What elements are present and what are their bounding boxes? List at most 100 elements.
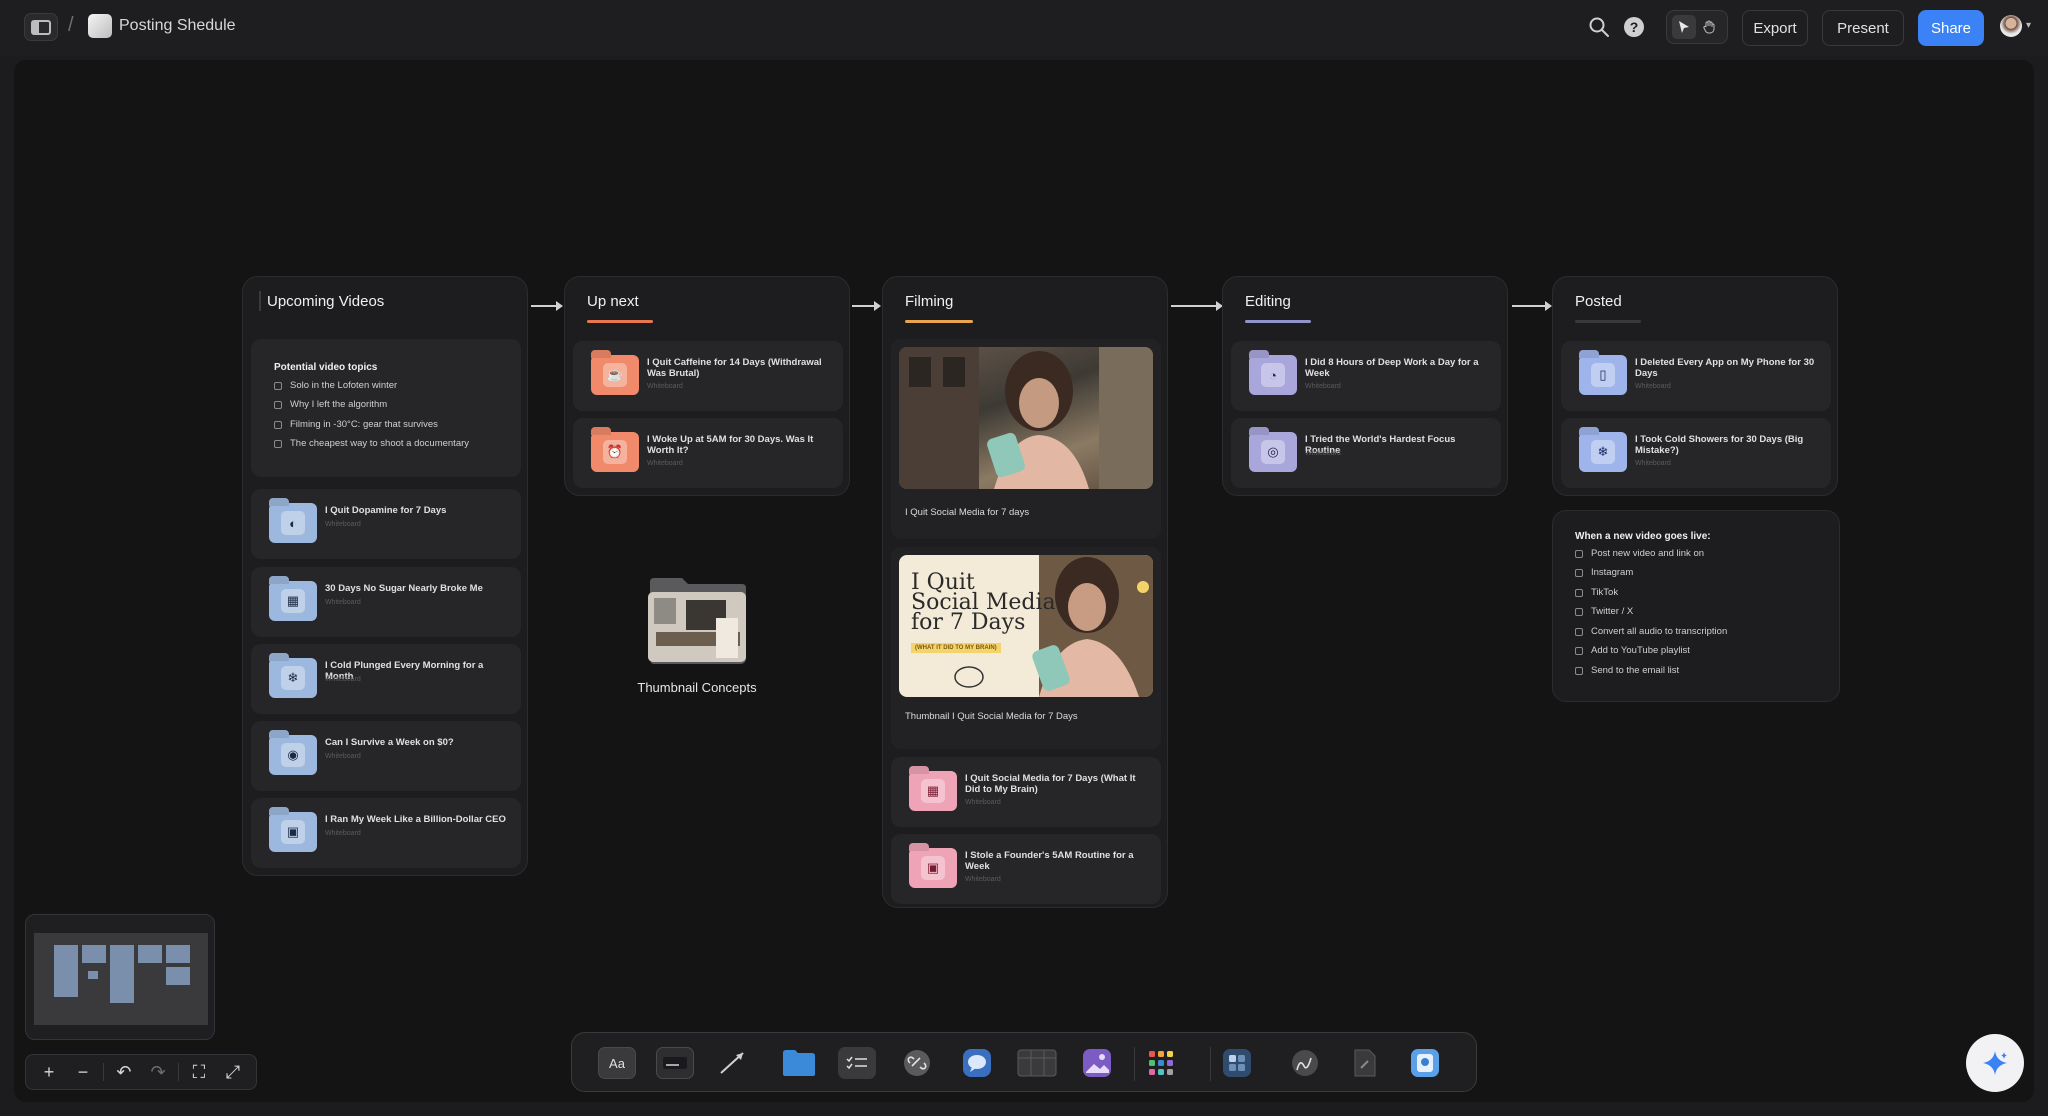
image-card[interactable]: I Quit Social Media for 7 days	[891, 339, 1161, 539]
widget-tool-icon[interactable]	[1218, 1047, 1256, 1079]
column-title[interactable]: Posted	[1575, 293, 1622, 310]
checklist-note[interactable]: When a new video goes live: Post new vid…	[1552, 510, 1840, 702]
arrow-tool-icon[interactable]	[714, 1047, 752, 1079]
checklist-item[interactable]: Convert all audio to transcription	[1575, 626, 1727, 637]
checklist-item[interactable]: Why I left the algorithm	[274, 399, 387, 410]
fullscreen-icon[interactable]: ⤢	[216, 1058, 250, 1086]
avatar[interactable]	[2000, 15, 2022, 37]
hand-tool-icon[interactable]	[1698, 15, 1722, 39]
checklist-tool-icon[interactable]	[838, 1047, 876, 1079]
card-tool-icon[interactable]	[656, 1047, 694, 1079]
thumbnail-line: for 7 Days	[911, 610, 1026, 635]
column-filming[interactable]: Filming I Quit Social Media for 7 days I…	[882, 276, 1168, 908]
fit-to-frame-icon[interactable]: ⛶	[182, 1058, 216, 1086]
card-title: I Quit Caffeine for 14 Days (Withdrawal …	[647, 357, 822, 379]
checkbox[interactable]	[274, 381, 282, 390]
note-title: Potential video topics	[274, 362, 378, 373]
connector-arrow[interactable]	[1171, 301, 1223, 311]
thumbnail-image[interactable]: I Quit Social Media for 7 Days (WHAT IT …	[899, 555, 1153, 697]
checklist-item-label: Post new video and link on	[1591, 548, 1705, 559]
checklist-item-label: Why I left the algorithm	[290, 399, 388, 410]
ai-assistant-button[interactable]	[1966, 1034, 2024, 1092]
undo-icon[interactable]: ↶	[107, 1058, 141, 1086]
column-upcoming-videos[interactable]: Upcoming Videos Potential video topics S…	[242, 276, 528, 876]
board-card[interactable]: ◎ I Tried the World's Hardest Focus Rout…	[1231, 418, 1501, 488]
chevron-down-icon[interactable]: ▾	[2026, 20, 2031, 31]
checklist-item[interactable]: Add to YouTube playlist	[1575, 645, 1690, 656]
video-still-image[interactable]	[899, 347, 1153, 489]
zoom-out-icon[interactable]: −	[66, 1058, 100, 1086]
checklist-item[interactable]: Filming in -30°C: gear that survives	[274, 419, 438, 430]
table-tool-icon[interactable]	[1016, 1047, 1058, 1079]
board-card[interactable]: ◔ I Did 8 Hours of Deep Work a Day for a…	[1231, 341, 1501, 411]
checkbox[interactable]	[1575, 607, 1583, 616]
board-card[interactable]: ❄ I Cold Plunged Every Morning for a Mon…	[251, 644, 521, 714]
checkbox[interactable]	[1575, 646, 1583, 655]
card-subtitle: Whiteboard	[325, 753, 361, 760]
image-tool-icon[interactable]	[1078, 1047, 1116, 1079]
column-title[interactable]: Up next	[587, 293, 639, 310]
board-card[interactable]: ▦ 30 Days No Sugar Nearly Broke Me White…	[251, 567, 521, 637]
image-card[interactable]: I Quit Social Media for 7 Days (WHAT IT …	[891, 547, 1161, 749]
checklist-item[interactable]: Instagram	[1575, 567, 1633, 578]
checklist-item-label: Convert all audio to transcription	[1591, 626, 1728, 637]
column-title[interactable]: Editing	[1245, 293, 1291, 310]
thumbnail-concepts-folder[interactable]: Thumbnail Concepts	[632, 578, 762, 698]
connector-arrow[interactable]	[531, 301, 563, 311]
minimap-viewport[interactable]	[34, 933, 208, 1025]
sidebar-toggle-button[interactable]	[24, 13, 58, 41]
comment-tool-icon[interactable]	[958, 1047, 996, 1079]
board-card[interactable]: ⏰ I Woke Up at 5AM for 30 Days. Was It W…	[573, 418, 843, 488]
checkbox[interactable]	[274, 439, 282, 448]
select-tool-icon[interactable]	[1672, 15, 1696, 39]
checkbox[interactable]	[1575, 588, 1583, 597]
pen-tool-icon[interactable]	[1286, 1047, 1324, 1079]
board-card[interactable]: ☕ I Quit Caffeine for 14 Days (Withdrawa…	[573, 341, 843, 411]
board-card[interactable]: ▣ I Stole a Founder's 5AM Routine for a …	[891, 834, 1161, 904]
checklist-item[interactable]: Twitter / X	[1575, 606, 1633, 617]
column-up-next[interactable]: Up next ☕ I Quit Caffeine for 14 Days (W…	[564, 276, 850, 496]
checkbox[interactable]	[1575, 627, 1583, 636]
export-button[interactable]: Export	[1742, 10, 1808, 46]
column-title[interactable]: Filming	[905, 293, 953, 310]
file-tool-icon[interactable]	[1346, 1047, 1384, 1079]
checkbox[interactable]	[274, 420, 282, 429]
checkbox[interactable]	[1575, 549, 1583, 558]
search-icon[interactable]	[1588, 16, 1610, 38]
page-title[interactable]: Posting Shedule	[119, 17, 236, 35]
connector-arrow[interactable]	[1512, 301, 1552, 311]
checkbox[interactable]	[1575, 666, 1583, 675]
checklist-item[interactable]: The cheapest way to shoot a documentary	[274, 438, 469, 449]
checklist-item[interactable]: Post new video and link on	[1575, 548, 1704, 559]
minimap[interactable]	[25, 914, 215, 1040]
checkbox[interactable]	[1575, 568, 1583, 577]
zoom-in-icon[interactable]: +	[32, 1058, 66, 1086]
board-card[interactable]: ▦ I Quit Social Media for 7 Days (What I…	[891, 757, 1161, 827]
checklist-note[interactable]: Potential video topics Solo in the Lofot…	[251, 339, 521, 477]
board-card[interactable]: ▣ I Ran My Week Like a Billion-Dollar CE…	[251, 798, 521, 868]
connector-arrow[interactable]	[852, 301, 881, 311]
checklist-item[interactable]: TikTok	[1575, 587, 1618, 598]
redo-icon[interactable]: ↷	[141, 1058, 175, 1086]
column-posted[interactable]: Posted ▯ I Deleted Every App on My Phone…	[1552, 276, 1838, 496]
text-tool[interactable]: Aa	[598, 1047, 636, 1079]
board-card[interactable]: ◉ Can I Survive a Week on $0? Whiteboard	[251, 721, 521, 791]
checklist-item[interactable]: Solo in the Lofoten winter	[274, 380, 397, 391]
link-tool-icon[interactable]	[898, 1047, 936, 1079]
share-button[interactable]: Share	[1918, 10, 1984, 46]
board-card[interactable]: ❄ I Took Cold Showers for 30 Days (Big M…	[1561, 418, 1831, 488]
column-header: Posted	[1553, 277, 1837, 331]
board-card[interactable]: ▯ I Deleted Every App on My Phone for 30…	[1561, 341, 1831, 411]
whiteboard-canvas[interactable]: Upcoming Videos Potential video topics S…	[14, 60, 2034, 1102]
column-editing[interactable]: Editing ◔ I Did 8 Hours of Deep Work a D…	[1222, 276, 1508, 496]
checkbox[interactable]	[274, 400, 282, 409]
header-divider	[259, 291, 261, 311]
apps-grid-icon[interactable]	[1142, 1047, 1180, 1079]
upload-tool-icon[interactable]	[1406, 1047, 1444, 1079]
help-icon[interactable]: ?	[1624, 17, 1644, 37]
board-card[interactable]: ◐ I Quit Dopamine for 7 Days Whiteboard	[251, 489, 521, 559]
checklist-item[interactable]: Send to the email list	[1575, 665, 1679, 676]
present-button[interactable]: Present	[1822, 10, 1904, 46]
column-title[interactable]: Upcoming Videos	[267, 293, 384, 310]
folder-tool-icon[interactable]	[780, 1047, 818, 1079]
